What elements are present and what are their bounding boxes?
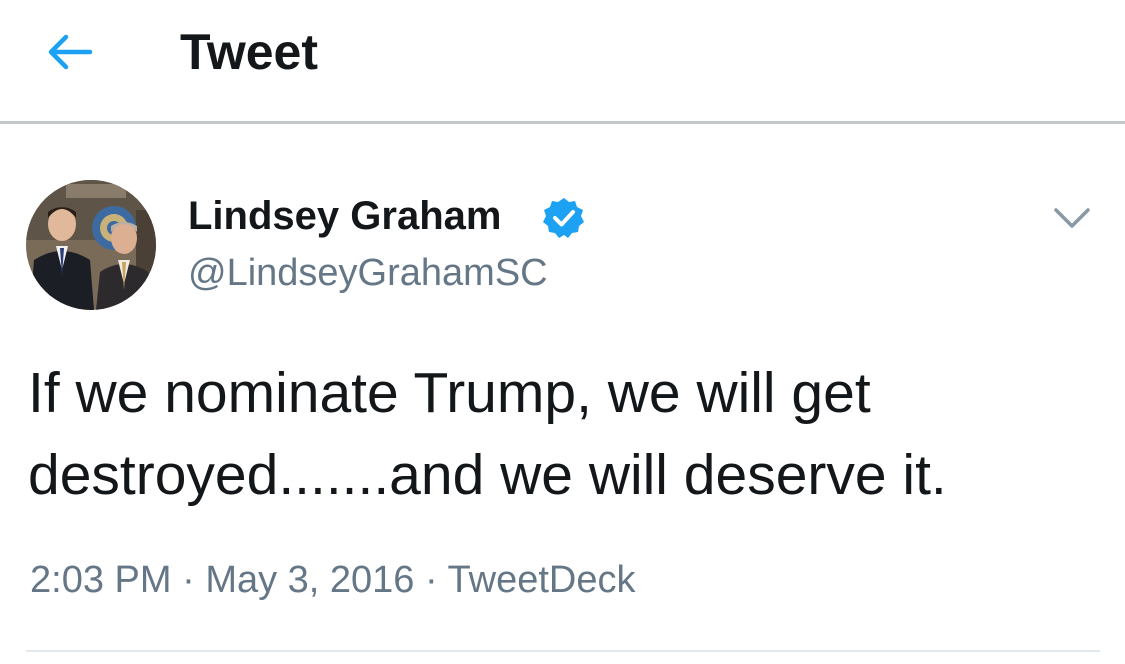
meta-separator: ·: [182, 559, 195, 601]
tweet-time: 2:03 PM: [30, 559, 172, 601]
author-handle[interactable]: @LindseyGrahamSC: [188, 250, 548, 296]
page-title: Tweet: [180, 24, 318, 80]
tweet-metadata: 2:03 PM · May 3, 2016 · TweetDeck: [30, 556, 636, 604]
back-button[interactable]: [36, 22, 102, 82]
tweet-source-link[interactable]: TweetDeck: [448, 559, 636, 601]
tweet-menu-button[interactable]: [1046, 198, 1098, 238]
tweet-text: If we nominate Trump, we will get destro…: [28, 361, 947, 507]
verified-badge-icon: [543, 198, 584, 238]
meta-separator: ·: [425, 559, 438, 601]
arrow-left-icon: [48, 34, 93, 70]
divider: [26, 650, 1100, 652]
author-name[interactable]: Lindsey Graham: [188, 192, 501, 240]
author-avatar[interactable]: [26, 180, 156, 310]
top-nav-bar: Tweet: [0, 0, 1125, 124]
tweet-date: May 3, 2016: [205, 559, 415, 601]
chevron-down-icon: [1054, 208, 1090, 228]
